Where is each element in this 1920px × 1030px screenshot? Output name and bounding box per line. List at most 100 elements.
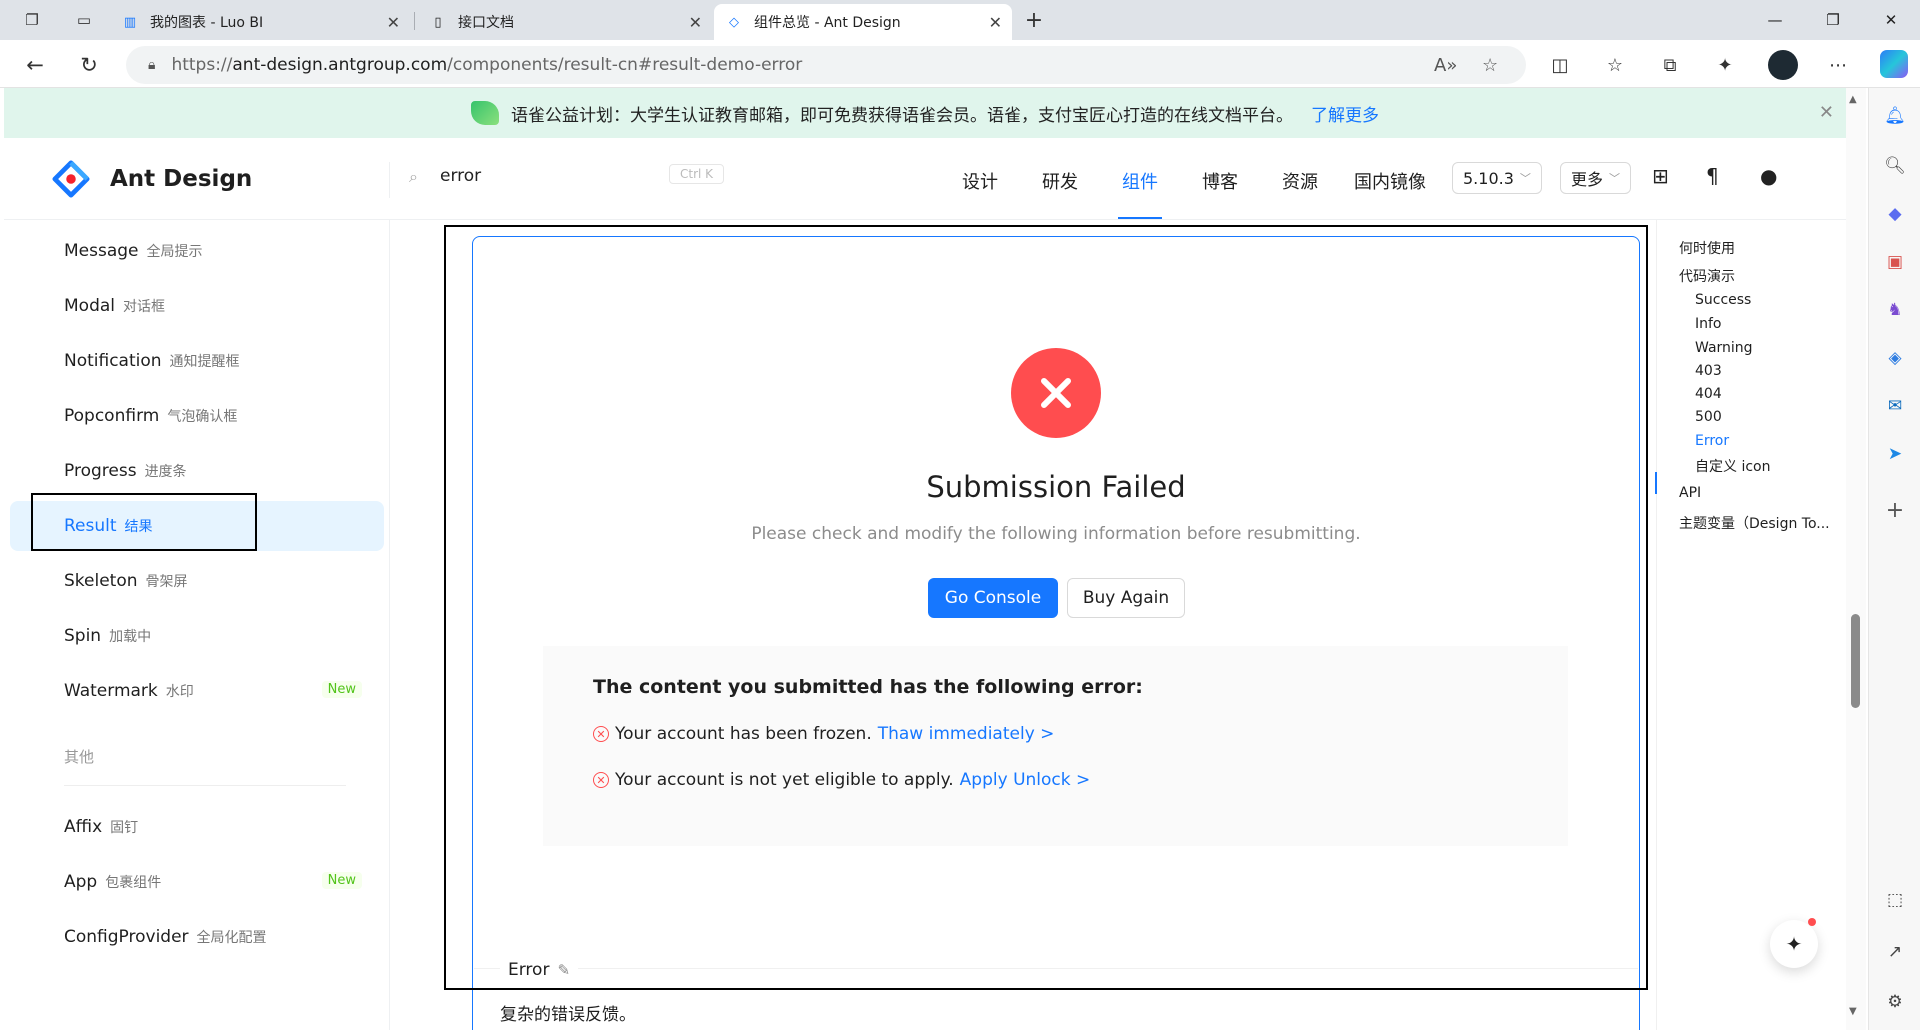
close-tab-icon[interactable]: ✕ — [689, 13, 702, 32]
apply-unlock-link[interactable]: Apply Unlock > — [960, 770, 1091, 790]
favorite-star-icon[interactable]: ☆ — [1482, 55, 1498, 76]
collections-icon[interactable]: ⧉ — [1656, 52, 1684, 78]
go-console-button[interactable]: Go Console — [928, 578, 1058, 618]
toc-item[interactable]: Success — [1695, 292, 1751, 308]
copilot-icon[interactable] — [1880, 50, 1908, 78]
tab-title: 我的图表 - Luo BI — [150, 15, 264, 31]
maximize-icon[interactable]: ❐ — [1810, 6, 1856, 34]
error-item: ✕ Your account has been frozen. Thaw imm… — [593, 724, 1054, 744]
add-icon[interactable]: + — [1881, 496, 1909, 524]
workspaces-icon[interactable]: ❐ — [20, 8, 44, 32]
chevron-down-icon: ﹀ — [1519, 172, 1531, 185]
menu-design[interactable]: 设计 — [962, 168, 998, 194]
tab-luo-bi[interactable]: ▥ 我的图表 - Luo BI ✕ — [110, 4, 410, 40]
outlook-icon[interactable]: ✉ — [1881, 392, 1909, 420]
tab-actions-icon[interactable]: ▭ — [72, 8, 96, 32]
theme-editor-float-button[interactable]: ✦ — [1770, 920, 1818, 968]
github-icon[interactable]: ● — [1760, 164, 1777, 188]
sidebar-item-progress[interactable]: Progress 进度条 — [10, 446, 384, 496]
error-item: ✕ Your account is not yet eligible to ap… — [593, 770, 1090, 790]
toc-item[interactable]: Warning — [1695, 340, 1753, 356]
language-switch-icon[interactable]: ⊞ — [1652, 164, 1669, 188]
sidebar-item-result[interactable]: Result 结果 — [10, 501, 384, 551]
favorites-icon[interactable]: ☆ — [1601, 52, 1629, 78]
close-icon[interactable]: ✕ — [1819, 102, 1834, 123]
search-icon[interactable]: 🔍︎ — [1881, 152, 1909, 180]
menu-resources[interactable]: 资源 — [1282, 168, 1318, 194]
browser-address-bar: ← ↻ 🔒︎ https://ant-design.antgroup.com/c… — [0, 40, 1920, 88]
back-icon[interactable]: ← — [20, 50, 50, 80]
scroll-down-icon[interactable]: ▼ — [1849, 1006, 1857, 1017]
sidebar-item-popconfirm[interactable]: Popconfirm 气泡确认框 — [10, 391, 384, 441]
toc-item[interactable]: Info — [1695, 316, 1722, 332]
settings-gear-icon[interactable]: ⚙ — [1881, 988, 1909, 1016]
refresh-icon[interactable]: ↻ — [74, 50, 104, 80]
more-select[interactable]: 更多 ﹀ — [1560, 162, 1632, 194]
sidebar-item-notification[interactable]: Notification 通知提醒框 — [10, 336, 384, 386]
close-tab-icon[interactable]: ✕ — [387, 13, 400, 32]
toc-item[interactable]: 500 — [1695, 409, 1722, 425]
toc-item[interactable]: 主题变量（Design To... — [1679, 513, 1830, 533]
close-circle-icon — [1011, 348, 1101, 438]
result-title: Submission Failed — [926, 470, 1186, 504]
sidebar-item-configprovider[interactable]: ConfigProvider 全局化配置 — [10, 912, 384, 962]
sidebar-group-other: 其他 — [64, 748, 95, 766]
search-shortcut-hint: Ctrl K — [669, 164, 725, 184]
sidebar-item-watermark[interactable]: Watermark 水印 New — [10, 666, 384, 716]
games-icon[interactable]: ♞ — [1881, 296, 1909, 324]
browser-sidebar: 🔔︎ 🔍︎ ◆ ▣ ♞ ◈ ✉ ➤ + ⬚ ↗ ⚙ — [1868, 88, 1920, 1030]
sidebar-item-modal[interactable]: Modal 对话框 — [10, 281, 384, 331]
toc-item[interactable]: 代码演示 — [1679, 266, 1735, 286]
version-select[interactable]: 5.10.3 ﹀ — [1452, 162, 1542, 194]
toc-item[interactable]: 自定义 icon — [1695, 456, 1770, 476]
scrollbar-thumb[interactable] — [1851, 614, 1860, 708]
tab-ant-design[interactable]: ◇ 组件总览 - Ant Design ✕ — [714, 4, 1012, 40]
menu-develop[interactable]: 研发 — [1042, 168, 1078, 194]
split-screen-icon[interactable]: ◫ — [1546, 52, 1574, 78]
menu-mirror[interactable]: 国内镜像 — [1354, 168, 1426, 194]
bell-icon[interactable]: 🔔︎ — [1881, 102, 1909, 130]
site-search-input[interactable]: error — [440, 166, 481, 186]
direction-switch-icon[interactable]: ¶ — [1706, 164, 1719, 188]
open-external-icon[interactable]: ↗ — [1881, 938, 1909, 966]
screenshot-icon[interactable]: ⬚ — [1881, 886, 1909, 914]
extension-icon[interactable]: ✦ — [1711, 52, 1739, 78]
sidebar-item-affix[interactable]: Affix 固钉 — [10, 802, 384, 852]
tab-api-docs[interactable]: ▯ 接口文档 ✕ — [418, 4, 712, 40]
buy-again-button[interactable]: Buy Again — [1067, 578, 1185, 618]
toolbox-icon[interactable]: ▣ — [1881, 248, 1909, 276]
new-tab-button[interactable]: + — [1022, 8, 1046, 33]
toc-item[interactable]: 403 — [1695, 363, 1722, 379]
profile-avatar[interactable] — [1768, 50, 1798, 80]
thaw-link[interactable]: Thaw immediately > — [878, 724, 1055, 744]
more-menu-icon[interactable]: ⋯ — [1824, 52, 1852, 78]
tag-icon[interactable]: ◆ — [1881, 200, 1909, 228]
more-label: 更多 — [1571, 170, 1604, 189]
toc-item[interactable]: API — [1679, 485, 1701, 501]
sidebar-item-skeleton[interactable]: Skeleton 骨架屏 — [10, 556, 384, 606]
menu-blog[interactable]: 博客 — [1202, 168, 1238, 194]
toc-item-active[interactable]: Error — [1695, 433, 1729, 449]
sidebar-item-message[interactable]: Message 全局提示 — [10, 226, 384, 276]
read-aloud-icon[interactable]: A» — [1434, 55, 1457, 76]
close-circle-icon: ✕ — [593, 772, 609, 788]
microsoft365-icon[interactable]: ◈ — [1881, 344, 1909, 372]
sidebar-item-app[interactable]: App 包裹组件 New — [10, 857, 384, 907]
edit-icon[interactable]: ✎ — [557, 961, 570, 979]
site-logo-text[interactable]: Ant Design — [110, 166, 252, 192]
anchor-toc: 何时使用 代码演示 Success Info Warning 403 404 5… — [1656, 220, 1846, 1030]
close-window-icon[interactable]: ✕ — [1868, 6, 1914, 34]
menu-components[interactable]: 组件 — [1118, 168, 1162, 219]
minimize-icon[interactable]: — — [1752, 6, 1798, 34]
sidebar-item-spin[interactable]: Spin 加载中 — [10, 611, 384, 661]
ant-design-logo-icon[interactable] — [52, 160, 90, 198]
banner-learn-more-link[interactable]: 了解更多 — [1311, 101, 1379, 126]
toc-item[interactable]: 404 — [1695, 386, 1722, 402]
page-scrollbar[interactable] — [1846, 88, 1866, 1030]
site-header: Ant Design ⌕ error Ctrl K 设计 研发 组件 博客 资源… — [4, 138, 1846, 220]
toc-item[interactable]: 何时使用 — [1679, 238, 1735, 258]
url-field[interactable]: 🔒︎ https://ant-design.antgroup.com/compo… — [126, 46, 1526, 84]
send-icon[interactable]: ➤ — [1881, 440, 1909, 468]
scroll-up-icon[interactable]: ▲ — [1849, 94, 1857, 105]
close-tab-icon[interactable]: ✕ — [989, 13, 1002, 32]
